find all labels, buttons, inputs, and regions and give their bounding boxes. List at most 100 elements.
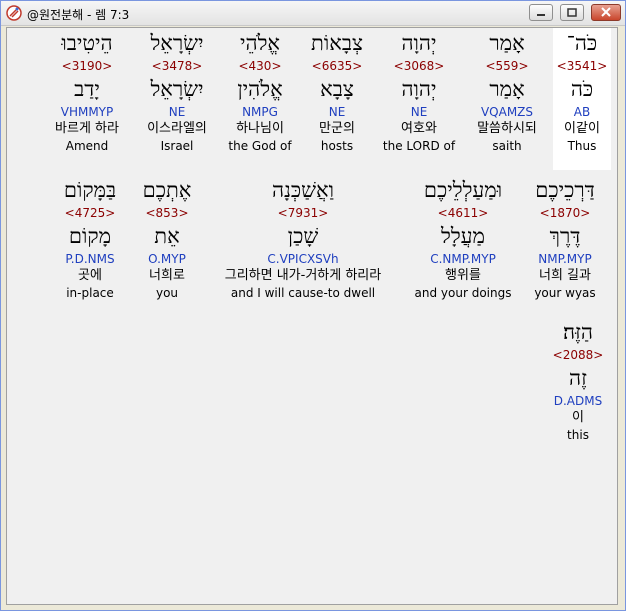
lexical-form: יְהוָה (401, 77, 437, 101)
korean-gloss: 하나님이 (236, 121, 284, 136)
word-column[interactable]: אָמַר <559> אָמַר VQAMZS 말씀하시되 saith (467, 28, 547, 154)
english-gloss: and your doings (414, 286, 512, 300)
korean-gloss: 이같이 (564, 121, 600, 136)
strong-number[interactable]: <7931> (203, 205, 403, 221)
lexical-form: יָדַב (74, 77, 100, 101)
korean-gloss: 이 (572, 410, 584, 425)
morphology-code[interactable]: P.D.NMS (51, 251, 129, 267)
english-gloss: Thus (567, 139, 597, 153)
minimize-button[interactable] (529, 4, 553, 21)
hebrew-word: הֵיטִיבוּ (61, 31, 113, 55)
morphology-code[interactable]: NE (297, 104, 377, 120)
lexical-form: אֱלֹהִין (237, 77, 283, 101)
morphology-code[interactable]: NE (379, 104, 459, 120)
hebrew-word: כֹּה־ (566, 31, 598, 55)
morphology-code[interactable]: VQAMZS (467, 104, 547, 120)
english-gloss: your wyas (534, 286, 596, 300)
verse-analysis-panel[interactable]: כֹּה־ <3541> כֹּה AB 이같이 Thus אָמַר <559… (6, 27, 618, 605)
lexical-form: זֶה (569, 366, 587, 390)
title-bar[interactable]: @원전분해 - 렘 7:3 (1, 1, 625, 26)
strong-number[interactable]: <2088> (541, 347, 615, 363)
hebrew-word: צְבָאוֹת (311, 31, 363, 55)
english-gloss: the LORD of (382, 139, 456, 153)
word-column[interactable]: אֱלֹהֵי <430> אֱלֹהִין NMPG 하나님이 the God… (219, 28, 301, 154)
app-window: @원전분해 - 렘 7:3 כֹּה־ <3541> כֹּה AB 이같이 T… (0, 0, 626, 611)
word-column[interactable]: הַזֶּה׃ <2088> זֶה D.ADMS 이 this (541, 317, 615, 443)
maximize-icon (567, 8, 577, 17)
hebrew-word: אֶתְכֶם (142, 178, 192, 202)
word-column[interactable]: צְבָאוֹת <6635> צָבָא NE 만군의 hosts (297, 28, 377, 154)
lexical-form: מַעֲלָל (441, 224, 485, 248)
word-column[interactable]: אֶתְכֶם <853> אֵת O.MYP 너희로 you (129, 175, 205, 301)
minimize-icon (537, 14, 545, 16)
app-logo-icon (6, 5, 22, 21)
word-column[interactable]: דַּרְכֵיכֶם <1870> דֶּרֶךְ NMP.MYP 너희 길과… (523, 175, 607, 301)
word-column[interactable]: וַאֲשַׁכְּנָה <7931> שָׁכַן C.VPICXSVh 그… (203, 175, 403, 301)
word-column[interactable]: יְהוָה <3068> יְהוָה NE 여호와 the LORD of (379, 28, 459, 154)
lexical-form: אֵת (154, 224, 180, 248)
morphology-code[interactable]: O.MYP (129, 251, 205, 267)
english-gloss: and I will cause-to dwell (230, 286, 376, 300)
lexical-form: כֹּה (570, 77, 594, 101)
morphology-code[interactable]: NE (135, 104, 219, 120)
hebrew-word: וַאֲשַׁכְּנָה (271, 178, 334, 202)
english-gloss: Israel (160, 139, 194, 153)
window-title: @원전분해 - 렘 7:3 (27, 8, 130, 22)
hebrew-word: בַּמָּקוֹם (63, 178, 117, 202)
hebrew-word: הַזֶּה׃ (562, 320, 593, 344)
strong-number[interactable]: <853> (129, 205, 205, 221)
word-column[interactable]: הֵיטִיבוּ <3190> יָדַב VHMMYP 바르게 하라 Ame… (41, 28, 133, 154)
english-gloss: hosts (320, 139, 354, 153)
strong-number[interactable]: <430> (219, 58, 301, 74)
hebrew-word: וּמַעַלְלֵיכֶם (423, 178, 503, 202)
korean-gloss: 행위를 (445, 268, 481, 283)
korean-gloss: 말씀하시되 (477, 121, 537, 136)
strong-number[interactable]: <6635> (297, 58, 377, 74)
english-gloss: Amend (65, 139, 109, 153)
word-column[interactable]: וּמַעַלְלֵיכֶם <4611> מַעֲלָל C.NMP.MYP … (405, 175, 521, 301)
word-column[interactable]: כֹּה־ <3541> כֹּה AB 이같이 Thus (553, 28, 611, 170)
strong-number[interactable]: <3190> (41, 58, 133, 74)
korean-gloss: 너희 길과 (539, 268, 591, 283)
hebrew-word: דַּרְכֵיכֶם (535, 178, 595, 202)
korean-gloss: 만군의 (319, 121, 355, 136)
hebrew-word: יְהוָה (401, 31, 437, 55)
morphology-code[interactable]: NMPG (219, 104, 301, 120)
lexical-form: צָבָא (320, 77, 354, 101)
english-gloss: the God of (228, 139, 292, 153)
korean-gloss: 바르게 하라 (55, 121, 119, 136)
korean-gloss: 곳에 (78, 268, 102, 283)
korean-gloss: 그리하면 내가-거하게 하리라 (224, 268, 382, 283)
strong-number[interactable]: <3478> (135, 58, 219, 74)
morphology-code[interactable]: C.VPICXSVh (203, 251, 403, 267)
morphology-code[interactable]: VHMMYP (41, 104, 133, 120)
lexical-form: אָמַר (489, 77, 525, 101)
lexical-form: דֶּרֶךְ (549, 224, 581, 248)
close-button[interactable] (591, 4, 621, 21)
maximize-button[interactable] (560, 4, 584, 21)
korean-gloss: 여호와 (401, 121, 437, 136)
english-gloss: this (567, 428, 589, 442)
lexical-form: יִשְׂרָאֵל (150, 77, 204, 101)
hebrew-word: אֱלֹהֵי (239, 31, 280, 55)
morphology-code[interactable]: AB (553, 104, 611, 120)
strong-number[interactable]: <4725> (51, 205, 129, 221)
lexical-form: שָׁכַן (287, 224, 319, 248)
morphology-code[interactable]: D.ADMS (541, 393, 615, 409)
strong-number[interactable]: <1870> (523, 205, 607, 221)
word-column[interactable]: בַּמָּקוֹם <4725> מָקוֹם P.D.NMS 곳에 in-p… (51, 175, 129, 301)
strong-number[interactable]: <559> (467, 58, 547, 74)
strong-number[interactable]: <4611> (405, 205, 521, 221)
close-icon (601, 7, 611, 17)
english-gloss: saith (492, 139, 522, 153)
morphology-code[interactable]: C.NMP.MYP (405, 251, 521, 267)
english-gloss: in-place (66, 286, 114, 300)
strong-number[interactable]: <3541> (553, 58, 611, 74)
morphology-code[interactable]: NMP.MYP (523, 251, 607, 267)
hebrew-word: אָמַר (489, 31, 525, 55)
english-gloss: you (155, 286, 179, 300)
hebrew-word: יִשְׂרָאֵל (150, 31, 204, 55)
word-column[interactable]: יִשְׂרָאֵל <3478> יִשְׂרָאֵל NE 이스라엘의 Is… (135, 28, 219, 154)
korean-gloss: 이스라엘의 (147, 121, 207, 136)
strong-number[interactable]: <3068> (379, 58, 459, 74)
